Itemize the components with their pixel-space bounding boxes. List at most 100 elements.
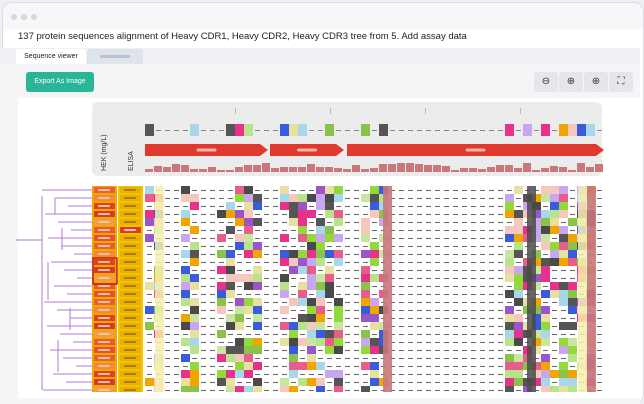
residue-cell — [298, 194, 307, 202]
hek-value-marker — [98, 293, 110, 295]
gap-dash — [498, 318, 503, 319]
gap-dash — [264, 278, 269, 279]
residue-cell — [568, 378, 577, 386]
conservation-bar — [334, 168, 342, 172]
gap-dash — [165, 350, 170, 351]
gap-dash — [570, 214, 575, 215]
residue-cell — [568, 354, 577, 362]
consensus-dash — [498, 130, 503, 131]
elisa-value-marker — [124, 309, 136, 311]
residue-cell — [280, 194, 289, 202]
residue-cell — [334, 378, 343, 386]
gap-dash — [174, 270, 179, 271]
residue-cell — [235, 242, 244, 250]
gap-dash — [444, 278, 449, 279]
residue-cell — [514, 378, 523, 386]
residue-cell — [307, 242, 316, 250]
gap-dash — [354, 278, 359, 279]
conservation-bar — [550, 166, 558, 172]
conservation-bar — [586, 167, 594, 172]
gap-dash — [426, 214, 431, 215]
gap-dash — [354, 198, 359, 199]
residue-cell — [280, 282, 289, 290]
gap-dash — [462, 326, 467, 327]
gap-dash — [471, 214, 476, 215]
residue-cell — [181, 386, 190, 392]
gap-dash — [354, 294, 359, 295]
gap-dash — [201, 390, 206, 391]
residue-cell — [244, 234, 253, 242]
gap-dash — [426, 254, 431, 255]
residue-cell — [298, 210, 307, 218]
conservation-bar — [559, 167, 567, 172]
gap-dash — [417, 350, 422, 351]
residue-cell — [316, 202, 325, 210]
gap-dash — [462, 318, 467, 319]
residue-cell — [370, 314, 379, 322]
gap-dash — [210, 374, 215, 375]
gap-dash — [597, 222, 602, 223]
gap-dash — [201, 246, 206, 247]
gap-dash — [174, 302, 179, 303]
elisa-value-marker — [124, 381, 136, 383]
gap-dash — [174, 198, 179, 199]
gap-dash — [300, 310, 305, 311]
residue-cell — [181, 266, 190, 274]
residue-cell — [280, 258, 289, 266]
elisa-value-marker — [124, 333, 136, 335]
gap-dash — [399, 238, 404, 239]
hek-value-marker — [98, 205, 110, 207]
gap-dash — [201, 206, 206, 207]
conservation-bar — [460, 168, 468, 172]
residue-cell — [307, 194, 316, 202]
gap-dash — [183, 310, 188, 311]
gap-dash — [273, 198, 278, 199]
gap-dash — [327, 382, 332, 383]
gap-dash — [408, 334, 413, 335]
gap-dash — [453, 310, 458, 311]
gap-dash — [480, 222, 485, 223]
gap-dash — [408, 358, 413, 359]
residue-cell — [298, 218, 307, 226]
gap-dash — [597, 238, 602, 239]
gap-dash — [345, 238, 350, 239]
gap-dash — [300, 278, 305, 279]
gap-dash — [210, 214, 215, 215]
gap-dash — [570, 206, 575, 207]
gap-dash — [435, 334, 440, 335]
residue-cell — [568, 346, 577, 354]
residue-cell — [559, 386, 568, 392]
residue-cell — [145, 218, 154, 226]
gap-dash — [354, 214, 359, 215]
gap-dash — [327, 358, 332, 359]
gap-dash — [570, 278, 575, 279]
gap-dash — [291, 310, 296, 311]
residue-cell — [217, 354, 226, 362]
gap-dash — [444, 254, 449, 255]
gap-dash — [426, 374, 431, 375]
gap-dash — [201, 222, 206, 223]
consensus-dash — [516, 130, 521, 131]
gap-dash — [210, 254, 215, 255]
residue-cell — [325, 346, 334, 354]
gap-dash — [462, 302, 467, 303]
residue-cell — [244, 194, 253, 202]
gap-dash — [435, 390, 440, 391]
gap-dash — [291, 294, 296, 295]
gap-dash — [273, 374, 278, 375]
gap-dash — [255, 262, 260, 263]
gap-dash — [399, 246, 404, 247]
gap-dash — [417, 294, 422, 295]
residue-cell — [559, 346, 568, 354]
gap-dash — [147, 302, 152, 303]
gap-dash — [552, 238, 557, 239]
gap-dash — [561, 270, 566, 271]
gap-dash — [282, 230, 287, 231]
gap-dash — [516, 310, 521, 311]
residue-cell — [541, 258, 550, 266]
residue-cell — [244, 242, 253, 250]
gap-dash — [453, 382, 458, 383]
gap-dash — [435, 198, 440, 199]
residue-cell — [361, 274, 370, 282]
residue-cell — [307, 210, 316, 218]
